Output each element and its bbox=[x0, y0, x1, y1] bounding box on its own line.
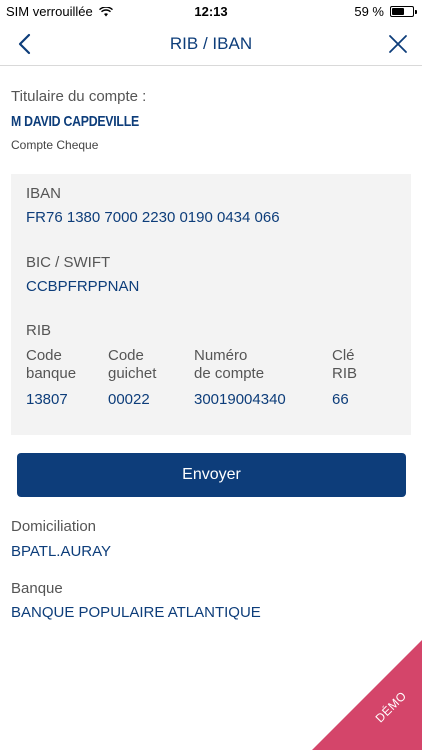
status-bar: SIM verrouillée 12:13 59 % bbox=[0, 0, 422, 22]
rib-col-head-branch: Code guichet bbox=[108, 347, 156, 383]
bic-label: BIC / SWIFT bbox=[26, 254, 111, 271]
rib-col-head-line2: banque bbox=[26, 365, 77, 382]
rib-col-head-line1: Code bbox=[26, 347, 62, 364]
iban-label: IBAN bbox=[26, 185, 62, 202]
demo-ribbon: DÉMO bbox=[312, 640, 422, 750]
bank-details-card: IBAN FR76 1380 7000 2230 0190 0434 066 B… bbox=[11, 174, 411, 435]
battery-fill bbox=[392, 8, 404, 15]
rib-col-head-line1: Code bbox=[108, 347, 144, 364]
rib-account-number[interactable]: 30019004340 bbox=[194, 391, 286, 408]
rib-col-head-bank: Code banque bbox=[26, 347, 76, 383]
rib-bank-code[interactable]: 13807 bbox=[26, 391, 68, 408]
rib-label: RIB bbox=[26, 322, 52, 339]
status-right: 59 % bbox=[354, 4, 417, 19]
rib-col-head-key: Clé RIB bbox=[332, 347, 357, 383]
battery-percent: 59 % bbox=[354, 4, 384, 19]
rib-col-head-line2: RIB bbox=[332, 365, 358, 382]
rib-col-head-line1: Numéro bbox=[194, 347, 248, 364]
rib-col-head-account: Numéro de compte bbox=[194, 347, 264, 383]
chevron-left-icon bbox=[18, 33, 31, 55]
rib-col-head-line2: de compte bbox=[194, 365, 265, 382]
rib-branch-code[interactable]: 00022 bbox=[108, 391, 150, 408]
bic-value[interactable]: CCBPFRPPNAN bbox=[26, 278, 139, 295]
back-button[interactable] bbox=[6, 26, 42, 62]
battery-icon bbox=[390, 6, 417, 17]
account-type: Compte Cheque bbox=[11, 138, 99, 152]
bank-label: Banque bbox=[11, 580, 63, 597]
domiciliation-value: BPATL.AURAY bbox=[11, 543, 112, 560]
close-button[interactable] bbox=[380, 26, 416, 62]
rib-key[interactable]: 66 bbox=[332, 391, 349, 408]
send-button[interactable]: Envoyer bbox=[17, 453, 406, 497]
page-title: RIB / IBAN bbox=[169, 34, 253, 53]
bank-value: BANQUE POPULAIRE ATLANTIQUE bbox=[11, 604, 261, 621]
nav-bar: RIB / IBAN bbox=[0, 22, 422, 66]
close-icon bbox=[389, 35, 407, 53]
holder-name: M DAVID CAPDEVILLE bbox=[11, 113, 139, 130]
rib-col-head-line2: guichet bbox=[108, 365, 157, 382]
domiciliation-label: Domiciliation bbox=[11, 518, 97, 535]
rib-col-head-line1: Clé bbox=[332, 347, 355, 364]
battery-cap bbox=[415, 10, 417, 14]
iban-value[interactable]: FR76 1380 7000 2230 0190 0434 066 bbox=[26, 209, 280, 226]
holder-label: Titulaire du compte : bbox=[11, 88, 147, 105]
